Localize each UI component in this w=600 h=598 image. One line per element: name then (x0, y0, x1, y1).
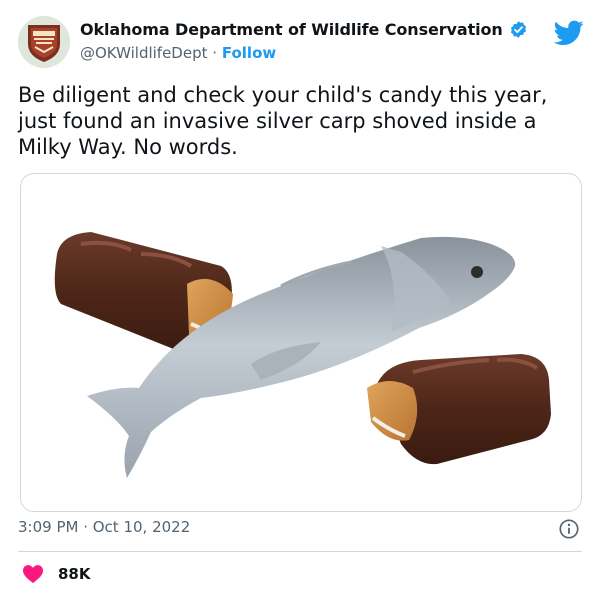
handle-separator: · (212, 44, 218, 62)
like-action[interactable]: 88K (22, 564, 91, 584)
follow-button[interactable]: Follow (222, 44, 276, 62)
divider (18, 551, 582, 552)
author-handle[interactable]: @OKWildlifeDept (80, 44, 208, 62)
odwc-badge-logo (18, 16, 70, 68)
tweet-media-image[interactable] (20, 173, 582, 512)
heart-icon[interactable] (22, 564, 44, 584)
info-icon[interactable] (558, 518, 580, 540)
tweet-timestamp[interactable]: 3:09 PM · Oct 10, 2022 (18, 518, 190, 536)
author-display-name[interactable]: Oklahoma Department of Wildlife Conserva… (80, 20, 503, 39)
verified-badge-icon (510, 21, 526, 38)
tweet-header: Oklahoma Department of Wildlife Conserva… (18, 14, 584, 70)
like-count: 88K (58, 565, 91, 583)
author-name-row: Oklahoma Department of Wildlife Conserva… (80, 20, 528, 39)
carp-and-candy-image (54, 232, 551, 478)
right-candy-bar (367, 354, 551, 465)
tweet-card: Oklahoma Department of Wildlife Conserva… (0, 0, 600, 598)
author-handle-row: @OKWildlifeDept · Follow (80, 44, 276, 62)
twitter-bird-icon[interactable] (554, 20, 584, 46)
author-avatar[interactable] (18, 16, 70, 68)
tweet-text: Be diligent and check your child's candy… (18, 83, 548, 159)
